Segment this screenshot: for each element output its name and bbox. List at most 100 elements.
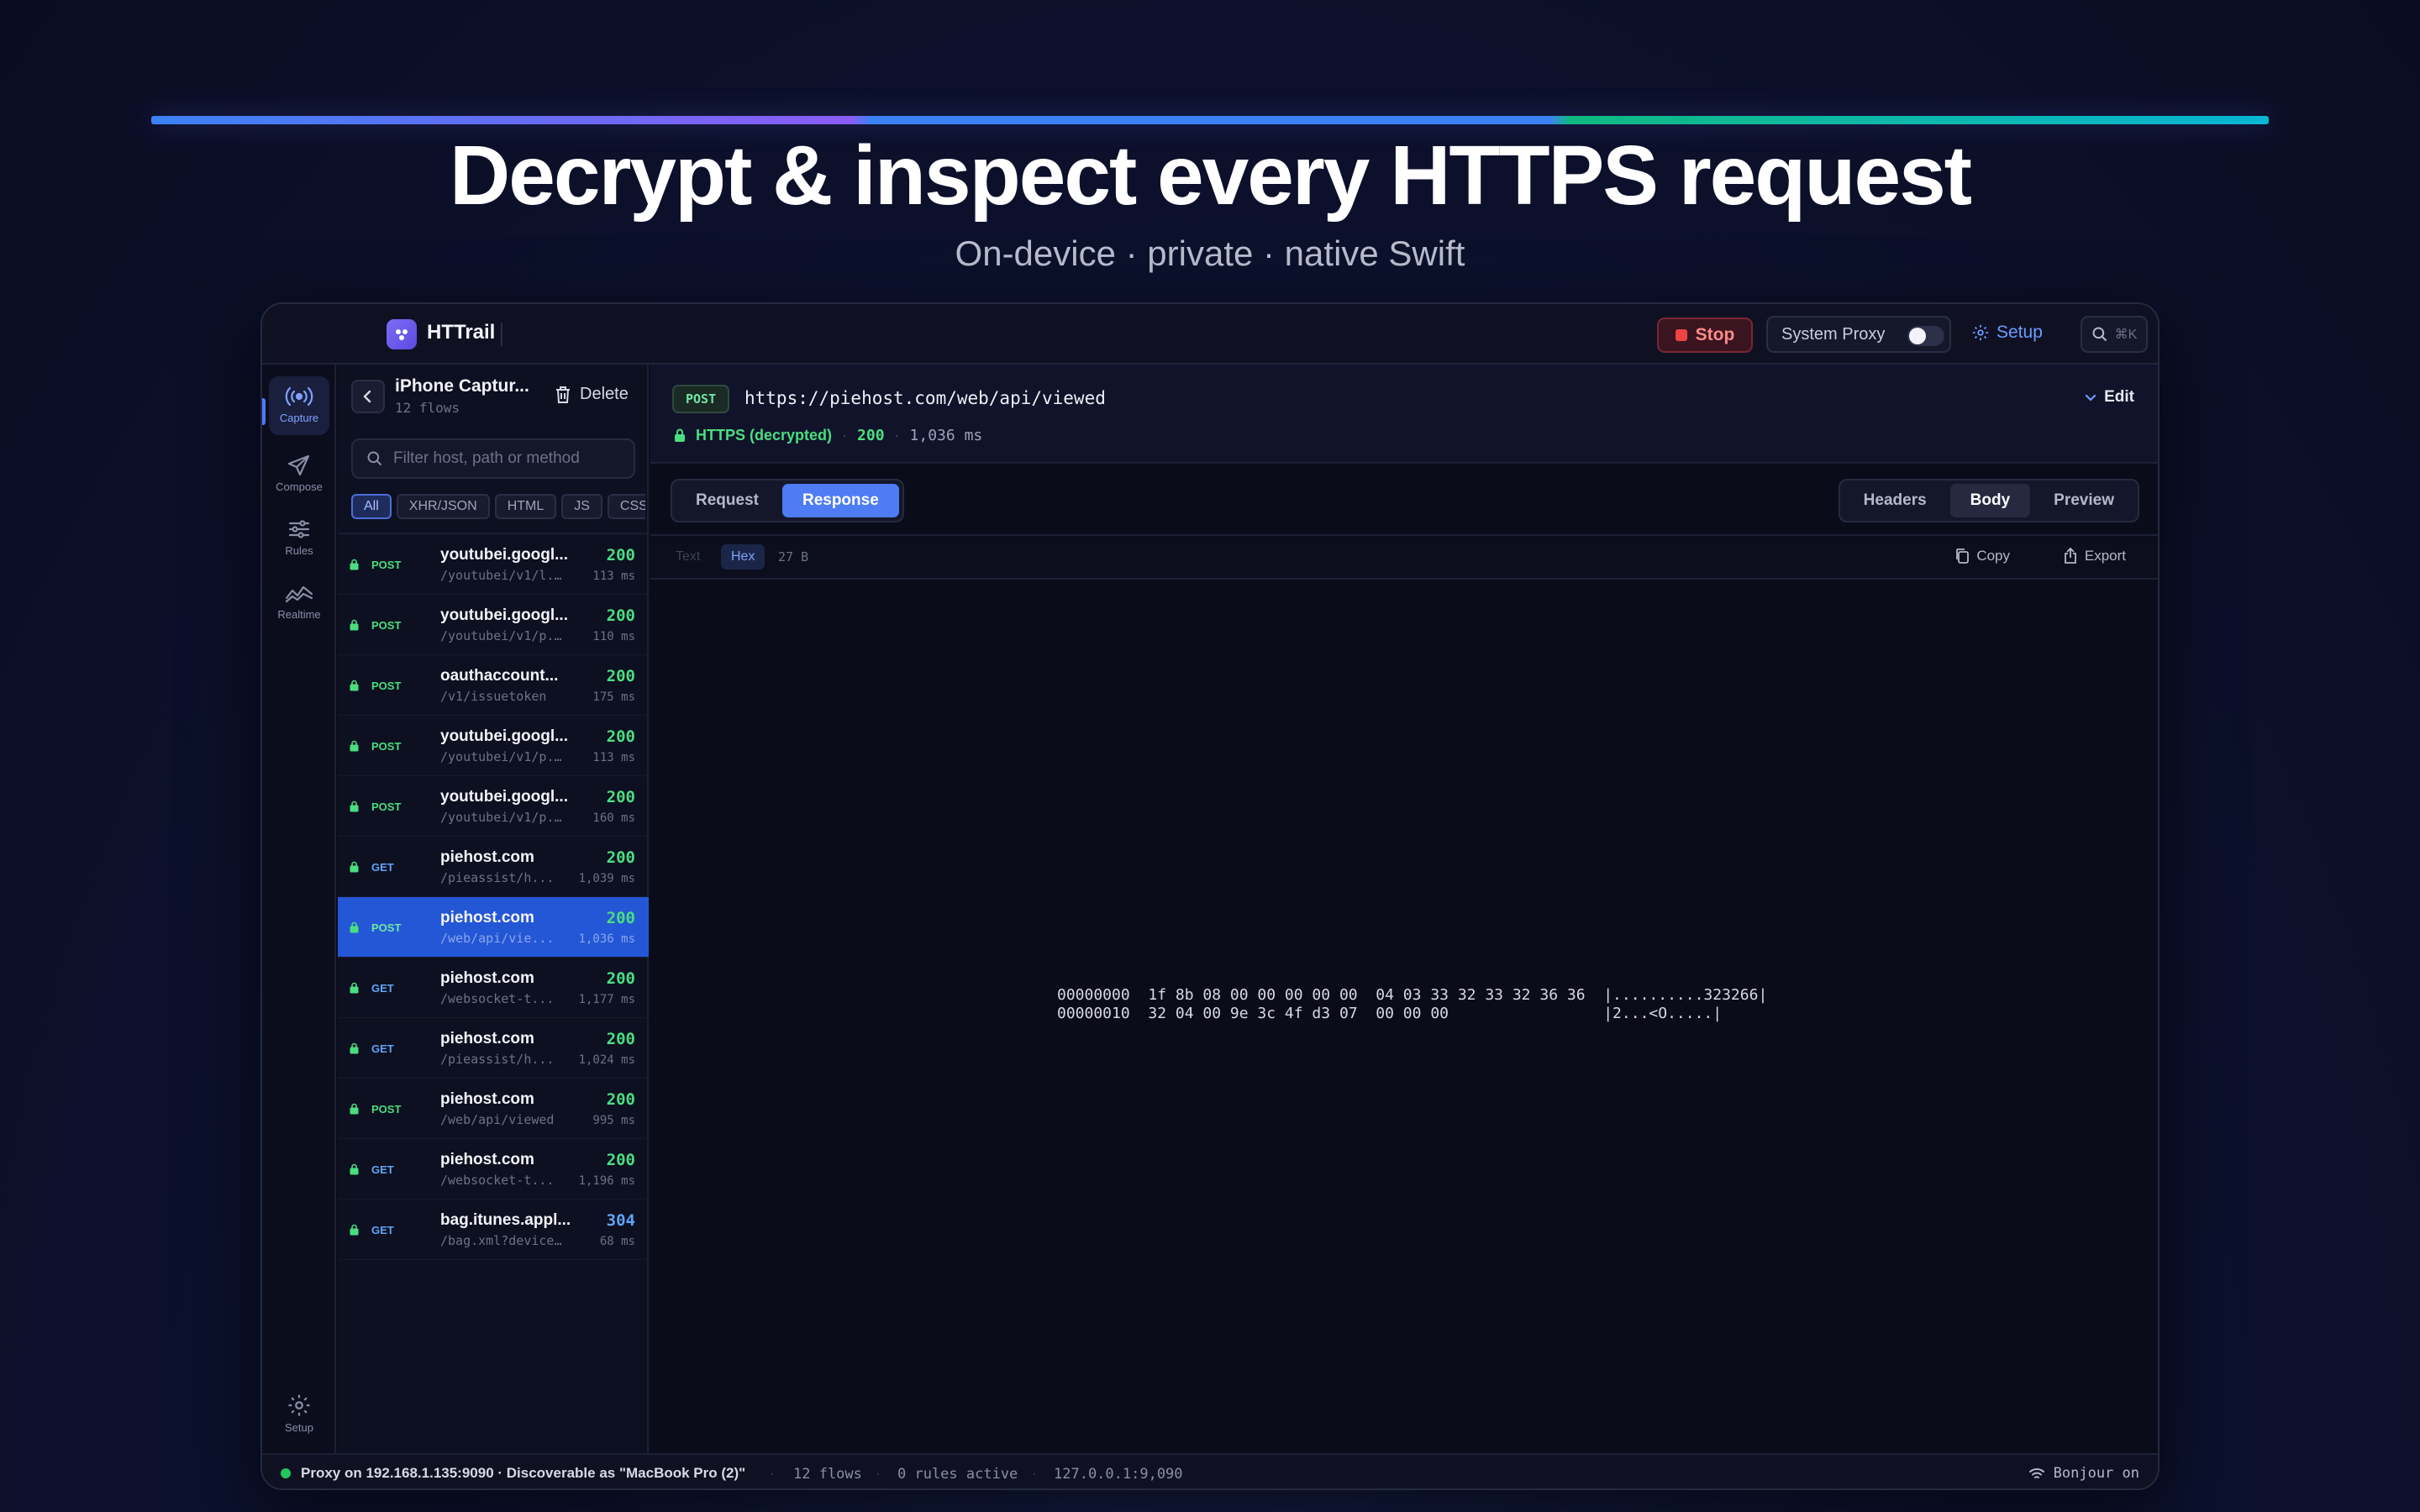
flow-time: 68 ms [599, 1235, 635, 1248]
flow-detail-pane: POST https://piehost.com/web/api/viewed … [650, 365, 2158, 1453]
separator-dot: · [842, 427, 848, 444]
rail-label: Realtime [277, 608, 321, 621]
search-button[interactable]: ⌘K [2081, 316, 2148, 353]
flow-path: /pieassist/h... [440, 1052, 555, 1067]
flow-time: 113 ms [592, 751, 635, 764]
flow-method: GET [371, 1163, 394, 1176]
gear-icon [1972, 324, 1989, 341]
flow-row[interactable]: POST piehost.com/web/api/viewed 200 995 ms [338, 1079, 649, 1139]
flow-count: 12 flows [793, 1466, 862, 1483]
hero-gradient-bar [151, 116, 2269, 124]
flow-method: GET [371, 861, 394, 874]
body-toolbar: Text Hex 27 B Copy Export [650, 538, 2158, 580]
flow-status: 200 [606, 727, 635, 746]
body-mode-text[interactable]: Text [676, 549, 700, 564]
view-segmented-control: Headers Body Preview [1838, 479, 2139, 522]
flow-method: POST [371, 801, 402, 813]
search-shortcut: ⌘K [2114, 328, 2138, 342]
rail-item-capture[interactable]: Capture [269, 376, 329, 435]
flow-row[interactable]: GET piehost.com/websocket-t... 200 1,196 ms [338, 1139, 649, 1200]
proxy-status: Proxy on 192.168.1.135:9090 · Discoverab… [301, 1465, 746, 1481]
lock-icon [350, 1163, 359, 1179]
flow-status: 200 [606, 909, 635, 927]
capture-title: iPhone Captur... [395, 376, 529, 396]
paper-plane-icon [287, 454, 310, 476]
flow-method: POST [371, 680, 402, 692]
type-filter-chips: All XHR/JSON HTML JS CSS [351, 494, 645, 521]
flow-host: bag.itunes.appl... [440, 1211, 571, 1229]
flow-method: POST [371, 619, 402, 632]
filter-field[interactable] [351, 438, 635, 479]
rail-item-rules[interactable]: Rules [269, 509, 329, 568]
rail-label: Rules [285, 544, 313, 557]
flow-status: 200 [606, 848, 635, 867]
edit-button[interactable]: Edit [2084, 388, 2134, 407]
copy-button[interactable]: Copy [1954, 548, 2010, 564]
lock-icon [350, 921, 359, 937]
stop-capture-button[interactable]: Stop [1657, 318, 1753, 353]
flow-status: 200 [606, 1151, 635, 1169]
flow-row[interactable]: POST youtubei.googl... /youtubei/v1/l... 20… [338, 534, 649, 595]
chip-js[interactable]: JS [561, 494, 602, 519]
system-proxy-toggle[interactable] [1907, 326, 1944, 346]
flow-host: youtubei.googl... [440, 788, 568, 806]
flow-row[interactable]: POST youtubei.googl... /youtubei/v1/p... 20… [338, 716, 649, 776]
flow-method: GET [371, 1224, 394, 1236]
copy-icon [1956, 549, 1970, 564]
flow-path: /bag.xml?device... [440, 1233, 566, 1248]
back-button[interactable] [351, 380, 385, 413]
flow-row[interactable]: POST youtubei.googl... /youtubei/v1/p... 20… [338, 595, 649, 655]
flow-time: 113 ms [592, 570, 635, 583]
capture-flow-count: 12 flows [395, 400, 460, 416]
tab-body[interactable]: Body [1949, 484, 2031, 517]
flow-row[interactable]: GET piehost.com/websocket-t... 200 1,177 ms [338, 958, 649, 1018]
tab-request[interactable]: Request [676, 484, 779, 517]
rail-active-indicator [262, 398, 266, 425]
flow-status: 200 [606, 546, 635, 564]
system-proxy-label: System Proxy [1781, 324, 1886, 344]
hero-subtitle: On-device · private · native Swift [955, 234, 1465, 273]
copy-label: Copy [1976, 548, 2010, 564]
body-mode-hex[interactable]: Hex [721, 544, 765, 570]
separator-dot: · [894, 427, 900, 444]
flow-row[interactable]: GET piehost.com/pieassist/h... 200 1,039 ms [338, 837, 649, 897]
flow-time: 1,024 ms [578, 1053, 635, 1067]
chip-html[interactable]: HTML [494, 494, 557, 519]
filter-input[interactable] [393, 449, 620, 468]
flow-row[interactable]: GET piehost.com/pieassist/h... 200 1,024 ms [338, 1018, 649, 1079]
flow-status: 304 [606, 1211, 635, 1230]
rail-label: Capture [279, 412, 319, 424]
lock-icon [675, 428, 685, 442]
chip-all[interactable]: All [351, 494, 392, 519]
hero-title: Decrypt & inspect every HTTPS request [450, 129, 1972, 223]
hex-line: 00000000 1f 8b 08 00 00 00 00 00 04 03 3… [1057, 986, 1768, 1004]
setup-button[interactable]: Setup [1971, 323, 2043, 343]
flow-host: piehost.com [440, 1030, 534, 1047]
waveform-icon [285, 585, 313, 603]
flow-row[interactable]: POST oauthaccount... /v1/issuetoken 200 175 … [338, 655, 649, 716]
tab-headers[interactable]: Headers [1844, 484, 1947, 517]
rail-item-realtime[interactable]: Realtime [269, 573, 329, 632]
chip-css[interactable]: CSS [607, 494, 645, 519]
flow-path: /websocket-t... [440, 991, 555, 1006]
rail-item-setup[interactable]: Setup [269, 1388, 329, 1446]
flow-row[interactable]: GET bag.itunes.appl... /bag.xml?device... 3… [338, 1200, 649, 1260]
flow-host: youtubei.googl... [440, 727, 568, 745]
flow-row[interactable]: POST youtubei.googl... /youtubei/v1/p... 20… [338, 776, 649, 837]
lock-icon [350, 1224, 359, 1240]
lock-icon [350, 801, 359, 816]
export-button[interactable]: Export [2063, 548, 2126, 564]
tab-response[interactable]: Response [781, 484, 899, 517]
rail-item-compose[interactable]: Compose [269, 445, 329, 504]
delete-label: Delete [580, 385, 629, 403]
flow-row[interactable]: POST piehost.com/web/api/vie... 200 1,036 m… [338, 897, 649, 958]
nav-rail: Capture Compose Rules Realtime Setup [262, 365, 336, 1453]
lock-icon [350, 559, 359, 575]
delete-button[interactable]: Delete [555, 385, 629, 404]
flow-host: youtubei.googl... [440, 546, 568, 564]
capture-icon [285, 386, 313, 407]
chip-xhr-json[interactable]: XHR/JSON [396, 494, 490, 519]
rail-label: Setup [285, 1421, 313, 1434]
stop-label: Stop [1695, 325, 1735, 344]
tab-preview[interactable]: Preview [2033, 484, 2134, 517]
